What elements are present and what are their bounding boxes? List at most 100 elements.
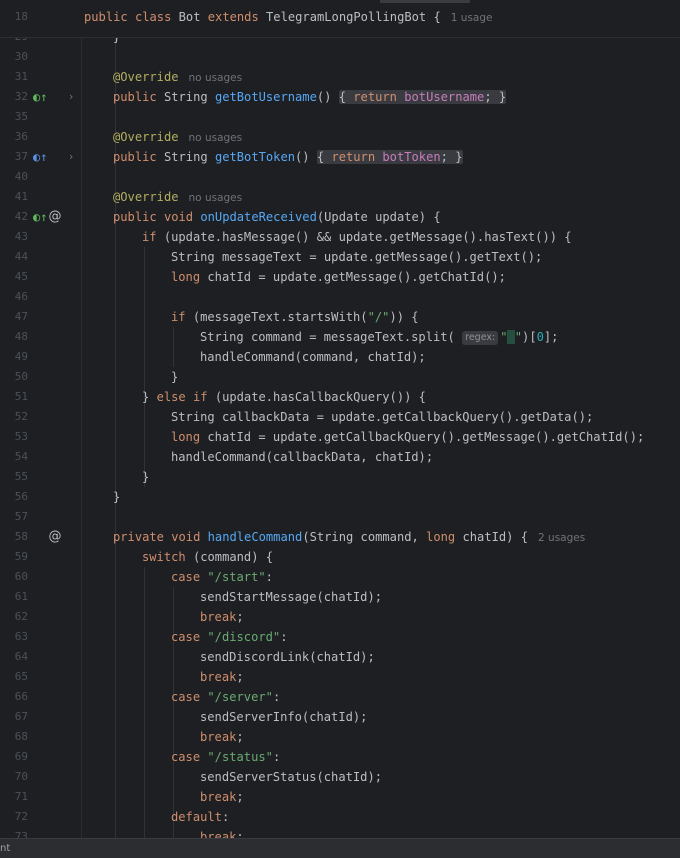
code-line[interactable]: 62 break;: [0, 607, 680, 627]
line-number: 71: [14, 790, 28, 803]
status-text[interactable]: nt: [0, 839, 10, 858]
line-number: 40: [14, 170, 28, 183]
code-line[interactable]: 67 sendServerInfo(chatId);: [0, 707, 680, 727]
line-code: public String getBotToken() { return bot…: [113, 150, 463, 164]
code-line[interactable]: 59 switch (command) {: [0, 547, 680, 567]
line-code: @Override no usages: [113, 190, 243, 204]
code-line[interactable]: 31 @Override no usages: [0, 67, 680, 87]
line-number: 31: [14, 70, 28, 83]
code-line[interactable]: 54 handleCommand(callbackData, chatId);: [0, 447, 680, 467]
line-number: 42: [14, 210, 28, 223]
code-line[interactable]: 47 if (messageText.startsWith("/")) {: [0, 307, 680, 327]
code-line[interactable]: 56 }: [0, 487, 680, 507]
code-line[interactable]: 45 long chatId = update.getMessage().get…: [0, 267, 680, 287]
code-line[interactable]: 44 String messageText = update.getMessag…: [0, 247, 680, 267]
line-number: 70: [14, 770, 28, 783]
code-line[interactable]: 64 sendDiscordLink(chatId);: [0, 647, 680, 667]
line-number: 57: [14, 510, 28, 523]
code-editor[interactable]: 18 public class Bot extends TelegramLong…: [0, 0, 680, 838]
code-line[interactable]: 37 ◐↑ › public String getBotToken() { re…: [0, 147, 680, 167]
code-line[interactable]: 71 break;: [0, 787, 680, 807]
line-code: handleCommand(command, chatId);: [200, 350, 426, 364]
code-line[interactable]: 60 case "/start":: [0, 567, 680, 587]
code-line[interactable]: 63 case "/discord":: [0, 627, 680, 647]
code-line[interactable]: 30: [0, 47, 680, 67]
code-line[interactable]: 41 @Override no usages: [0, 187, 680, 207]
code-line[interactable]: 57: [0, 507, 680, 527]
line-number: 61: [14, 590, 28, 603]
usage-hint[interactable]: no usages: [189, 132, 243, 144]
code-line[interactable]: 61 sendStartMessage(chatId);: [0, 587, 680, 607]
line-number: 59: [14, 550, 28, 563]
scroll-indicator: [380, 0, 470, 3]
code-line[interactable]: 68 break;: [0, 727, 680, 747]
implements-method-icon[interactable]: ◐↑: [33, 89, 47, 105]
line-number: 36: [14, 130, 28, 143]
line-code: break;: [200, 610, 244, 624]
line-number: 62: [14, 610, 28, 623]
line-code: sendServerStatus(chatId);: [200, 770, 383, 784]
line-number: 50: [14, 370, 28, 383]
code-line[interactable]: 70 sendServerStatus(chatId);: [0, 767, 680, 787]
code-line[interactable]: 72 default:: [0, 807, 680, 827]
fold-expand-icon[interactable]: ›: [66, 149, 76, 165]
line-code: @Override no usages: [113, 130, 243, 144]
code-line[interactable]: 43 if (update.hasMessage() && update.get…: [0, 227, 680, 247]
usage-hint[interactable]: no usages: [189, 72, 243, 84]
usage-hint[interactable]: no usages: [189, 192, 243, 204]
line-number: 49: [14, 350, 28, 363]
line-code: long chatId = update.getMessage().getCha…: [171, 270, 506, 284]
code-line[interactable]: 69 case "/status":: [0, 747, 680, 767]
line-number: 48: [14, 330, 28, 343]
code-line[interactable]: 32 ◐↑ › public String getBotUsername() {…: [0, 87, 680, 107]
overrides-method-icon[interactable]: ◐↑: [33, 149, 47, 165]
code-line[interactable]: 35: [0, 107, 680, 127]
line-code: }: [142, 470, 150, 484]
line-number: 30: [14, 50, 28, 63]
line-code: private void handleCommand(String comman…: [113, 530, 586, 544]
code-line[interactable]: 49 handleCommand(command, chatId);: [0, 347, 680, 367]
line-number: 18: [14, 10, 28, 23]
implements-method-icon[interactable]: ◐↑: [33, 209, 47, 225]
line-code: sendServerInfo(chatId);: [200, 710, 368, 724]
code-line[interactable]: 55 }: [0, 467, 680, 487]
code-line[interactable]: 66 case "/server":: [0, 687, 680, 707]
code-line[interactable]: 48 String command = messageText.split( r…: [0, 327, 680, 347]
code-line[interactable]: 53 long chatId = update.getCallbackQuery…: [0, 427, 680, 447]
code-line[interactable]: 52 String callbackData = update.getCallb…: [0, 407, 680, 427]
line-number: 72: [14, 810, 28, 823]
line-number: 41: [14, 190, 28, 203]
annotation-at-icon[interactable]: @: [48, 529, 62, 545]
code-line[interactable]: 58 @ private void handleCommand(String c…: [0, 527, 680, 547]
code-line[interactable]: 51 } else if (update.hasCallbackQuery())…: [0, 387, 680, 407]
code-line[interactable]: 42 ◐↑ @ public void onUpdateReceived(Upd…: [0, 207, 680, 227]
sticky-class-header[interactable]: 18 public class Bot extends TelegramLong…: [0, 0, 680, 38]
line-code: case "/status":: [171, 750, 281, 764]
line-number: 35: [14, 110, 28, 123]
line-code: sendStartMessage(chatId);: [200, 590, 383, 604]
line-code: handleCommand(callbackData, chatId);: [171, 450, 434, 464]
annotation-at-icon[interactable]: @: [48, 209, 62, 225]
code-line[interactable]: 40: [0, 167, 680, 187]
line-number: 51: [14, 390, 28, 403]
line-code: String messageText = update.getMessage()…: [171, 250, 543, 264]
code-line[interactable]: 36 @Override no usages: [0, 127, 680, 147]
line-code: long chatId = update.getCallbackQuery().…: [171, 430, 645, 444]
parameter-name-hint: regex:: [462, 331, 499, 345]
line-code: public void onUpdateReceived(Update upda…: [113, 210, 441, 224]
line-code: } else if (update.hasCallbackQuery()) {: [142, 390, 426, 404]
line-number: 73: [14, 830, 28, 838]
line-number: 37: [14, 150, 28, 163]
usage-hint[interactable]: 2 usages: [538, 532, 585, 544]
line-code: case "/server":: [171, 690, 281, 704]
line-number: 55: [14, 470, 28, 483]
line-number: 46: [14, 290, 28, 303]
line-code: }: [171, 370, 179, 384]
code-line[interactable]: 50 }: [0, 367, 680, 387]
line-code: String callbackData = update.getCallback…: [171, 410, 594, 424]
fold-expand-icon[interactable]: ›: [66, 89, 76, 105]
code-line[interactable]: 46: [0, 287, 680, 307]
code-line[interactable]: 65 break;: [0, 667, 680, 687]
line-number: 45: [14, 270, 28, 283]
code-line[interactable]: 73 break;: [0, 827, 680, 838]
